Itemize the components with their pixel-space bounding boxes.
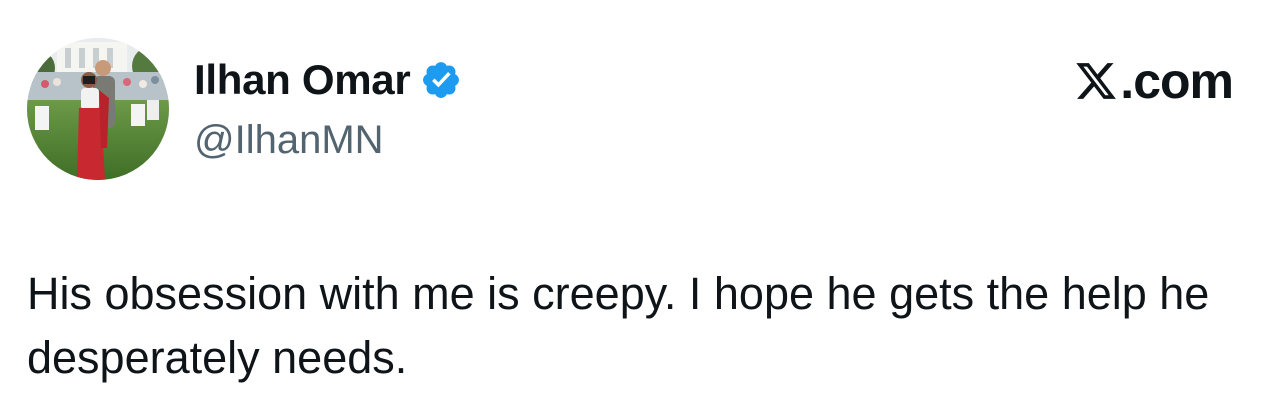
author-name-row: Ilhan Omar — [194, 54, 462, 106]
site-logo[interactable]: .com — [1074, 53, 1234, 109]
avatar[interactable] — [27, 38, 169, 180]
profile-photo — [27, 38, 169, 180]
display-name[interactable]: Ilhan Omar — [194, 54, 411, 106]
site-domain: .com — [1120, 53, 1234, 109]
tweet-text: His obsession with me is creepy. I hope … — [27, 268, 1210, 383]
verified-check-icon — [423, 62, 460, 98]
handle[interactable]: @IlhanMN — [194, 115, 384, 165]
x-logo-icon — [1076, 63, 1117, 99]
